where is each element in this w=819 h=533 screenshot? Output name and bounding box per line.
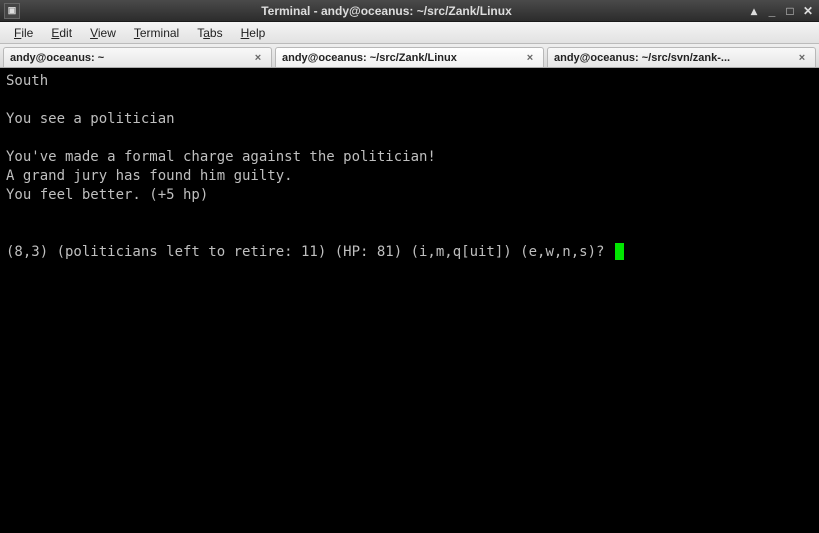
terminal-line: You feel better. (+5 hp)	[6, 186, 813, 205]
menu-tabs[interactable]: Tabs	[189, 24, 230, 42]
close-icon[interactable]: ×	[251, 51, 265, 65]
rollup-button[interactable]: ▴	[747, 4, 761, 18]
terminal-line: You've made a formal charge against the …	[6, 148, 813, 167]
tab-2[interactable]: andy@oceanus: ~/src/svn/zank-... ×	[547, 47, 816, 67]
tab-label: andy@oceanus: ~	[10, 52, 247, 64]
window-title: Terminal - andy@oceanus: ~/src/Zank/Linu…	[26, 4, 747, 18]
menu-view[interactable]: View	[82, 24, 124, 42]
close-icon[interactable]: ×	[795, 51, 809, 65]
prompt-text: (8,3) (politicians left to retire: 11) (…	[6, 244, 613, 260]
titlebar[interactable]: ▣ Terminal - andy@oceanus: ~/src/Zank/Li…	[0, 0, 819, 22]
menubar: FileEditViewTerminalTabsHelp	[0, 22, 819, 44]
terminal-content[interactable]: South You see a politician You've made a…	[0, 68, 819, 533]
terminal-line	[6, 91, 813, 110]
menu-terminal[interactable]: Terminal	[126, 24, 187, 42]
terminal-prompt-line: (8,3) (politicians left to retire: 11) (…	[6, 243, 813, 262]
tab-1[interactable]: andy@oceanus: ~/src/Zank/Linux ×	[275, 47, 544, 67]
terminal-line	[6, 205, 813, 224]
terminal-line	[6, 129, 813, 148]
menu-edit[interactable]: Edit	[43, 24, 80, 42]
window-controls: ▴ _ □ ✕	[747, 4, 815, 18]
close-button[interactable]: ✕	[801, 4, 815, 18]
menu-file[interactable]: File	[6, 24, 41, 42]
tabbar: andy@oceanus: ~×andy@oceanus: ~/src/Zank…	[0, 44, 819, 68]
close-icon[interactable]: ×	[523, 51, 537, 65]
maximize-button[interactable]: □	[783, 4, 797, 18]
minimize-button[interactable]: _	[765, 4, 779, 18]
terminal-line: You see a politician	[6, 110, 813, 129]
terminal-line: A grand jury has found him guilty.	[6, 167, 813, 186]
tab-label: andy@oceanus: ~/src/Zank/Linux	[282, 52, 519, 64]
menu-help[interactable]: Help	[233, 24, 274, 42]
tab-0[interactable]: andy@oceanus: ~ ×	[3, 47, 272, 67]
terminal-window: ▣ Terminal - andy@oceanus: ~/src/Zank/Li…	[0, 0, 819, 533]
terminal-line: South	[6, 72, 813, 91]
app-icon: ▣	[4, 3, 20, 19]
terminal-line	[6, 224, 813, 243]
cursor-icon	[615, 243, 624, 260]
tab-label: andy@oceanus: ~/src/svn/zank-...	[554, 52, 791, 64]
